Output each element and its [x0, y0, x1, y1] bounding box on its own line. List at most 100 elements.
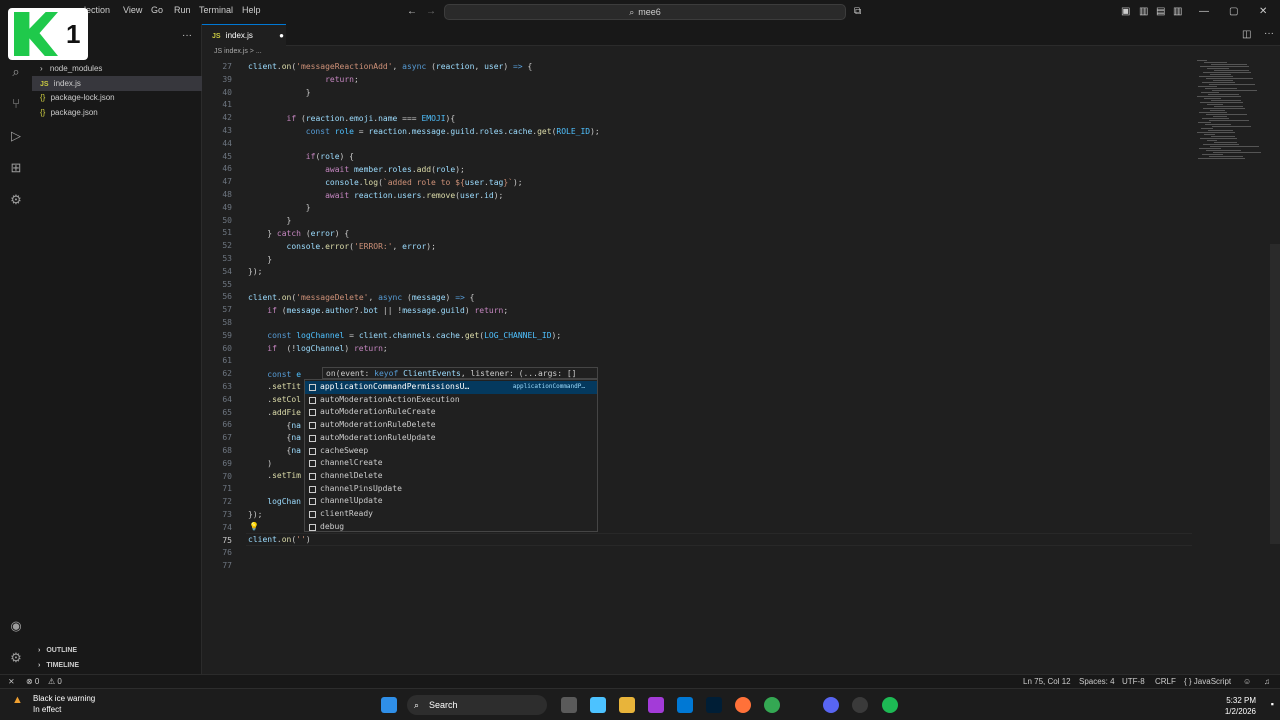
indentation[interactable]: Spaces: 4 — [1079, 677, 1115, 686]
suggestion-item[interactable]: cacheSweep — [305, 445, 597, 458]
minimap-line — [1197, 60, 1207, 61]
suggestion-item[interactable]: autoModerationRuleDelete — [305, 419, 597, 432]
timeline-section[interactable]: › TIMELINE — [32, 659, 202, 673]
suggestion-item[interactable]: autoModerationRuleCreate — [305, 406, 597, 419]
menu-help[interactable]: Help — [242, 5, 261, 15]
account-icon[interactable]: ◉ — [8, 618, 24, 634]
language-mode[interactable]: { } JavaScript — [1184, 677, 1231, 686]
menu-go[interactable]: Go — [151, 5, 163, 15]
code-line-51: } catch (error) { — [248, 229, 350, 238]
maximize-icon[interactable]: ▢ — [1229, 6, 1238, 17]
code-line-69: ) — [248, 459, 273, 468]
line-number: 40 — [222, 87, 232, 97]
unsaved-dot-icon[interactable]: ● — [279, 31, 284, 40]
suggestion-item[interactable]: autoModerationActionExecution — [305, 394, 597, 407]
copilot-app-icon[interactable] — [590, 697, 606, 713]
menu-run[interactable]: Run — [174, 5, 191, 15]
suggestion-item[interactable]: channelCreate — [305, 457, 597, 470]
breadcrumb[interactable]: JS index.js > ... — [214, 48, 262, 55]
close-icon[interactable]: ✕ — [1259, 6, 1267, 17]
forward-arrow-icon[interactable]: → — [426, 6, 436, 17]
suggestion-label: autoModerationRuleCreate — [320, 407, 436, 417]
notifications-bell-icon[interactable]: ♫ — [1264, 677, 1270, 686]
event-symbol-icon — [309, 498, 316, 506]
encoding[interactable]: UTF-8 — [1122, 677, 1145, 686]
layout-icon[interactable]: ▣ — [1121, 6, 1130, 17]
copilot-icon[interactable]: ⧉ — [854, 6, 861, 17]
cursor-position[interactable]: Ln 75, Col 12 — [1023, 677, 1071, 686]
task-view-icon[interactable] — [561, 697, 577, 713]
menu-view[interactable]: View — [123, 5, 142, 15]
minimap[interactable] — [1192, 60, 1272, 180]
weather-widget[interactable]: ▲ Black ice warning In effect — [12, 693, 95, 715]
event-symbol-icon — [309, 460, 316, 468]
settings-gear-icon[interactable]: ⚙ — [8, 650, 24, 666]
outline-section[interactable]: › OUTLINE — [32, 644, 202, 658]
copilot-status-icon[interactable]: ☺ — [1243, 677, 1251, 686]
suggestion-item[interactable]: channelPinsUpdate — [305, 483, 597, 496]
code-line-50: } — [248, 216, 292, 225]
visual-studio-icon[interactable] — [648, 697, 664, 713]
code-line-47: console.log(`added role to ${user.tag}`)… — [325, 178, 523, 187]
lightbulb-icon[interactable]: 💡 — [249, 522, 259, 531]
remote-icon[interactable]: ⚙ — [8, 192, 24, 208]
line-ending[interactable]: CRLF — [1155, 677, 1176, 686]
errors-count[interactable]: ⊗ 0 — [26, 677, 39, 686]
explorer-sidebar: ··· › node_modules JS index.js {} packag… — [32, 24, 202, 674]
vertical-scrollbar[interactable] — [1270, 244, 1280, 544]
event-symbol-icon — [309, 523, 316, 531]
menu-terminal[interactable]: Terminal — [199, 5, 233, 15]
search-icon[interactable]: ⌕ — [8, 64, 24, 80]
windows-start-icon[interactable] — [381, 697, 397, 713]
tree-item-package-json[interactable]: {} package.json — [32, 105, 202, 120]
more-actions-icon[interactable]: ··· — [182, 30, 192, 41]
suggestion-item[interactable]: channelDelete — [305, 470, 597, 483]
suggestion-item[interactable]: channelUpdate — [305, 495, 597, 508]
line-number: 49 — [222, 202, 232, 212]
tree-item-node-modules[interactable]: › node_modules — [32, 61, 202, 76]
chrome-icon[interactable] — [764, 697, 780, 713]
suggestion-item[interactable]: autoModerationRuleUpdate — [305, 432, 597, 445]
code-line-72: logChan — [267, 497, 301, 506]
steam-icon[interactable] — [852, 697, 868, 713]
code-line-60: if (!logChannel) return; — [267, 344, 388, 353]
discord-icon[interactable] — [823, 697, 839, 713]
toggle-secondary-sidebar-icon[interactable]: ▥ — [1173, 6, 1182, 17]
notification-icon[interactable]: ▪ — [1271, 699, 1274, 709]
line-number: 58 — [222, 318, 232, 327]
line-number: 60 — [222, 343, 232, 353]
minimize-icon[interactable]: — — [1199, 6, 1209, 17]
suggestion-item[interactable]: applicationCommandPermissionsU… applicati… — [305, 381, 597, 394]
tree-item-package-lock[interactable]: {} package-lock.json — [32, 90, 202, 105]
source-control-icon[interactable]: ⑂ — [8, 96, 24, 112]
remote-indicator-icon[interactable]: ⨯ — [8, 677, 15, 686]
tab-index-js[interactable]: JS index.js ● — [202, 24, 286, 46]
line-number: 46 — [222, 164, 232, 174]
more-actions-icon[interactable]: ··· — [1264, 28, 1274, 39]
toggle-panel-icon[interactable]: ▤ — [1156, 6, 1165, 17]
taskbar-search[interactable]: ⌕ Search — [407, 695, 547, 715]
minimap-line — [1202, 154, 1223, 155]
spotify-icon[interactable] — [882, 697, 898, 713]
back-arrow-icon[interactable]: ← — [407, 6, 417, 17]
line-number: 43 — [222, 126, 232, 135]
current-line-highlight — [246, 533, 1192, 546]
toggle-sidebar-icon[interactable]: ▥ — [1139, 6, 1148, 17]
run-debug-icon[interactable]: ▷ — [8, 128, 24, 144]
minimap-line — [1201, 92, 1219, 93]
suggestion-label: clientReady — [320, 509, 373, 518]
firefox-icon[interactable] — [735, 697, 751, 713]
command-center-search[interactable]: ⌕ mee6 — [444, 4, 846, 20]
tree-item-index-js[interactable]: JS index.js — [32, 76, 202, 91]
photoshop-icon[interactable] — [706, 697, 722, 713]
split-editor-icon[interactable]: ◫ — [1242, 29, 1251, 40]
vscode-icon[interactable] — [677, 697, 693, 713]
file-explorer-icon[interactable] — [619, 697, 635, 713]
suggestion-item[interactable]: clientReady — [305, 508, 597, 521]
code-line-62: const e — [267, 370, 302, 379]
extensions-icon[interactable]: ⊞ — [8, 160, 24, 176]
line-number: 44 — [222, 138, 232, 148]
warnings-count[interactable]: ⚠ 0 — [48, 677, 62, 686]
system-clock[interactable]: 5:32 PM 1/2/2026 — [1225, 695, 1256, 717]
suggestion-item[interactable]: debug — [305, 521, 597, 534]
